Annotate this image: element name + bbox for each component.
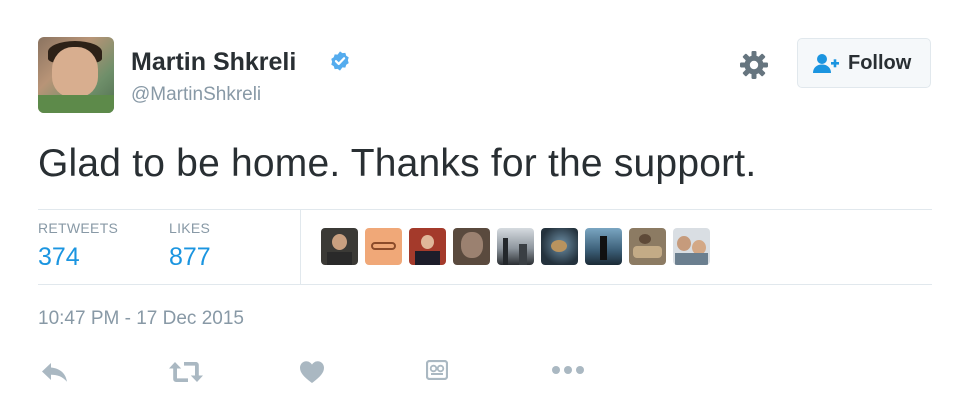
likes-label[interactable]: LIKES — [169, 220, 210, 236]
follow-label: Follow — [848, 51, 912, 74]
liker-avatar-9[interactable] — [673, 228, 710, 265]
author-handle[interactable]: @MartinShkreli — [131, 84, 261, 106]
moments-icon[interactable] — [426, 360, 448, 380]
author-name[interactable]: Martin Shkreli — [131, 48, 296, 77]
avatar-face — [52, 47, 98, 97]
follow-button[interactable]: Follow — [797, 38, 931, 88]
tweet-text: Glad to be home. Thanks for the support. — [38, 142, 757, 185]
retweets-label[interactable]: RETWEETS — [38, 220, 118, 236]
avatar-shirt — [38, 95, 114, 113]
liker-avatars — [321, 228, 710, 265]
tweet-timestamp[interactable]: 10:47 PM - 17 Dec 2015 — [38, 308, 244, 330]
add-user-icon — [813, 54, 839, 73]
verified-badge-icon — [331, 51, 349, 71]
liker-avatar-4[interactable] — [453, 228, 490, 265]
stats-vertical-divider — [300, 209, 301, 284]
stats-top-divider — [38, 209, 932, 210]
more-icon[interactable] — [551, 364, 585, 376]
like-icon[interactable] — [299, 360, 325, 384]
reply-icon[interactable] — [40, 360, 70, 384]
stats-bottom-divider — [38, 284, 932, 285]
liker-avatar-2[interactable] — [365, 228, 402, 265]
liker-avatar-6[interactable] — [541, 228, 578, 265]
liker-avatar-3[interactable] — [409, 228, 446, 265]
likes-count[interactable]: 877 — [169, 243, 211, 272]
gear-icon[interactable] — [738, 49, 770, 81]
retweets-count[interactable]: 374 — [38, 243, 80, 272]
retweet-icon[interactable] — [168, 360, 204, 384]
author-avatar[interactable] — [38, 37, 114, 113]
liker-avatar-5[interactable] — [497, 228, 534, 265]
liker-avatar-1[interactable] — [321, 228, 358, 265]
liker-avatar-8[interactable] — [629, 228, 666, 265]
liker-avatar-7[interactable] — [585, 228, 622, 265]
